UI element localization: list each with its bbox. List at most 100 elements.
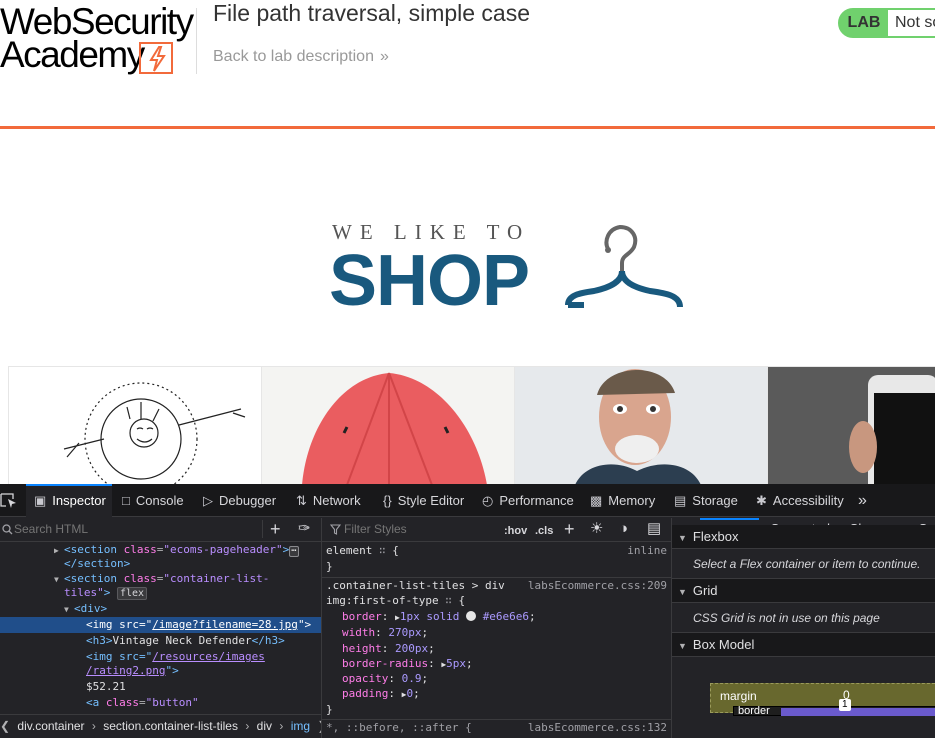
class-toggle[interactable]: .cls <box>535 522 553 540</box>
shop-logo-word: SHOP <box>329 241 530 321</box>
tab-performance[interactable]: ◴ Performance <box>482 484 574 517</box>
box-model-diagram: margin 0 border 1 <box>710 683 935 717</box>
collapse-arrow-icon[interactable]: ▼ <box>64 602 74 618</box>
tab-storage-label: Storage <box>692 493 738 508</box>
add-node-icon[interactable]: + <box>270 520 281 538</box>
logo-line2: Academy <box>0 34 145 75</box>
light-theme-icon[interactable]: ☀ <box>590 520 603 538</box>
tab-style-editor[interactable]: {} Style Editor <box>383 484 464 517</box>
css-declaration-width[interactable]: width: 270px; <box>326 625 671 641</box>
lab-header: WebSecurity Academy File path traversal,… <box>0 0 935 129</box>
rule-selector-cont[interactable]: img:first-of-type ∷ { <box>326 593 671 609</box>
grid-dots-icon: ∷ <box>445 594 452 607</box>
more-tabs-chevron-icon[interactable]: » <box>858 484 867 517</box>
breadcrumb-item[interactable]: div <box>257 719 272 733</box>
element-picker-icon[interactable] <box>0 493 18 509</box>
markup-node-h3[interactable]: <h3>Vintage Neck Defender</h3> <box>0 633 321 649</box>
eyedropper-icon[interactable]: ✑ <box>298 520 311 538</box>
tab-storage[interactable]: ▤ Storage <box>674 484 738 517</box>
tab-memory-label: Memory <box>608 493 656 508</box>
collapse-arrow-icon: ▼ <box>678 533 687 543</box>
breadcrumb-separator-icon: › <box>245 719 250 733</box>
rule-source[interactable]: labsEcommerce.css:209 <box>528 578 667 594</box>
color-swatch[interactable] <box>466 611 477 621</box>
css-declaration-border-radius[interactable]: border-radius: ▶5px; <box>326 656 671 672</box>
flex-badge[interactable]: flex <box>117 587 148 600</box>
rule-element[interactable]: element ∷ { inline <box>326 543 671 559</box>
rule-selector[interactable]: .container-list-tiles > div labsEcommerc… <box>326 578 671 594</box>
page: WebSecurity Academy File path traversal,… <box>0 0 935 738</box>
hanger-icon <box>565 224 683 308</box>
tab-inspector[interactable]: ▣ Inspector <box>26 484 112 517</box>
search-html-input[interactable] <box>14 522 254 536</box>
breadcrumb-item[interactable]: section.container-list-tiles <box>103 719 238 733</box>
tab-memory[interactable]: ▩ Memory <box>590 484 655 517</box>
product-image-red-umbrella[interactable] <box>261 367 514 485</box>
network-icon: ⇅ <box>296 493 307 508</box>
markup-node-img-rating-cont[interactable]: /rating2.png"> <box>0 663 321 679</box>
back-link-label: Back to lab description <box>213 48 374 65</box>
shop-page: WE LIKE TO SHOP <box>0 131 935 485</box>
tab-network[interactable]: ⇅ Network <box>296 484 361 517</box>
breadcrumb-scroll-right-icon[interactable]: ❯ <box>317 719 321 733</box>
product-tiles <box>8 366 935 485</box>
breadcrumb-separator-icon: › <box>91 719 96 733</box>
css-declaration-border[interactable]: border: ▶1px solid #e6e6e6; <box>326 609 671 625</box>
performance-icon: ◴ <box>482 493 494 508</box>
search-icon <box>2 524 13 535</box>
web-security-academy-logo[interactable]: WebSecurity Academy <box>0 2 196 78</box>
storage-icon: ▤ <box>674 493 687 508</box>
rule-source[interactable]: inline <box>627 543 667 559</box>
rules-toolbar: :hov .cls + ☀ ◑ ▤ <box>322 518 671 542</box>
breadcrumb-scroll-left-icon[interactable]: ❮ <box>0 719 10 733</box>
devtools-panel: ▣ Inspector □ Console ▷ Debugger ⇅ Network {… <box>0 484 935 738</box>
breadcrumb-item[interactable]: div.container <box>17 719 84 733</box>
product-image-sun-drawing[interactable] <box>8 367 261 485</box>
hover-state-toggle[interactable]: :hov <box>504 522 527 540</box>
dark-theme-icon[interactable]: ◑ <box>619 520 628 538</box>
print-media-icon[interactable]: ▤ <box>647 520 661 538</box>
product-image-man-eating[interactable] <box>514 367 767 485</box>
tab-console-label: Console <box>135 493 184 508</box>
back-to-lab-description-link[interactable]: Back to lab description » <box>213 47 389 67</box>
toolbar-divider <box>262 520 263 538</box>
tab-network-label: Network <box>312 493 361 508</box>
markup-node-img-selected[interactable]: <img src="/image?filename=28.jpg"> <box>0 617 321 633</box>
css-declaration-padding[interactable]: padding: ▶0; <box>326 686 671 702</box>
lab-badge-status: Not so <box>888 10 935 36</box>
layout-sidebar: ◫ Layout Computed Changes Con ▼Flexbox S… <box>672 518 935 738</box>
lab-badge-label: LAB <box>840 10 888 36</box>
box-model-border-value[interactable]: 1 <box>839 699 851 711</box>
rule-source[interactable]: labsEcommerce.css:132 <box>528 720 667 736</box>
flexbox-section-toggle[interactable]: ▼ Flexbox <box>672 525 935 549</box>
tab-accessibility[interactable]: ✱ Accessibility <box>756 484 844 517</box>
memory-icon: ▩ <box>590 493 603 508</box>
double-chevron-right-icon: » <box>379 48 389 65</box>
breadcrumb-item-selected[interactable]: img <box>291 719 310 733</box>
tab-console[interactable]: □ Console <box>122 484 184 517</box>
grid-section-toggle[interactable]: ▼ Grid <box>672 579 935 603</box>
markup-node-div[interactable]: ▼ <div> <box>0 601 321 617</box>
breadcrumb-separator-icon: › <box>279 719 284 733</box>
markup-node-price[interactable]: $52.21 <box>0 679 321 695</box>
tab-accessibility-label: Accessibility <box>772 493 844 508</box>
add-rule-icon[interactable]: + <box>564 520 575 538</box>
css-declaration-opacity[interactable]: opacity: 0.9; <box>326 671 671 687</box>
filter-styles-input[interactable] <box>344 522 494 536</box>
collapse-arrow-icon: ▼ <box>678 641 687 651</box>
tab-performance-label: Performance <box>499 493 574 508</box>
debugger-icon: ▷ <box>203 493 213 508</box>
box-model-section-toggle[interactable]: ▼ Box Model <box>672 633 935 657</box>
tab-debugger[interactable]: ▷ Debugger <box>203 484 276 517</box>
markup-node-section-close[interactable]: </section> <box>0 556 321 572</box>
box-model-border-label: border <box>738 705 770 717</box>
console-icon: □ <box>122 493 130 508</box>
product-image-phone[interactable] <box>767 367 935 485</box>
tab-style-editor-label: Style Editor <box>397 493 465 508</box>
rule-universal[interactable]: *, ::before, ::after { labsEcommerce.css… <box>326 720 671 736</box>
lab-title: File path traversal, simple case <box>213 0 531 26</box>
lab-status-badge: LAB Not so <box>838 8 935 38</box>
markup-node-a-button[interactable]: <a class="button" <box>0 695 321 711</box>
markup-node-section-container-cont[interactable]: tiles"> flex <box>0 585 321 601</box>
css-declaration-height[interactable]: height: 200px; <box>326 641 671 657</box>
